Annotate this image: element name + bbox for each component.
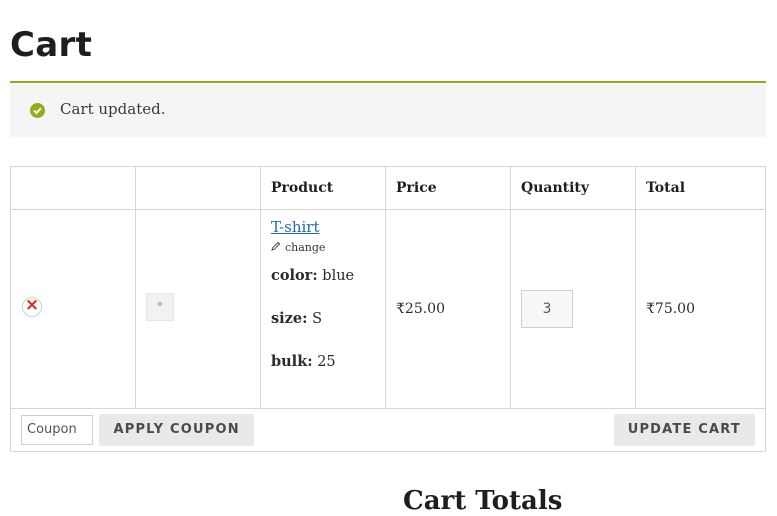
cart-totals-heading: Cart Totals (403, 485, 563, 516)
attribute-color: color: blue (271, 267, 355, 284)
cart-actions-row: Coupon APPLY COUPON UPDATE CART (10, 408, 766, 452)
total-cell: ₹75.00 (635, 209, 766, 409)
update-cart-button[interactable]: UPDATE CART (613, 414, 755, 446)
thumbnail-cell: ▪ (135, 209, 261, 409)
header-quantity: Quantity (510, 166, 636, 210)
change-link[interactable]: change (271, 241, 375, 254)
coupon-input[interactable]: Coupon (21, 415, 93, 445)
product-cell: T-shirt change color: blue size: S bulk:… (260, 209, 386, 409)
apply-coupon-button[interactable]: APPLY COUPON (99, 414, 254, 446)
header-price: Price (385, 166, 511, 210)
check-circle-icon (30, 103, 45, 118)
quantity-cell: 3 (510, 209, 636, 409)
cart-table-header: Product Price Quantity Total (10, 166, 766, 210)
header-thumbnail (135, 166, 261, 210)
attribute-size: size: S (271, 310, 323, 327)
header-remove (10, 166, 136, 210)
price-cell: ₹25.00 (385, 209, 511, 409)
product-name-link[interactable]: T-shirt (271, 218, 320, 236)
notice-message: Cart updated. (60, 100, 166, 118)
quantity-input[interactable]: 3 (521, 290, 573, 328)
product-attributes: color: blue size: S bulk: 25 (271, 266, 375, 372)
change-label: change (285, 241, 326, 254)
header-product: Product (260, 166, 386, 210)
product-thumbnail[interactable]: ▪ (146, 293, 174, 321)
cart-item-row: × ▪ T-shirt change color: blue size: S b… (10, 209, 766, 409)
header-total: Total (635, 166, 766, 210)
pencil-icon (271, 241, 281, 254)
cart-updated-notice: Cart updated. (10, 81, 766, 137)
actions-cell: Coupon APPLY COUPON UPDATE CART (10, 408, 766, 452)
cart-table: Product Price Quantity Total × ▪ T-shirt… (10, 166, 766, 452)
remove-symbol: × (24, 295, 40, 315)
remove-item-icon[interactable]: × (22, 295, 42, 317)
remove-cell: × (10, 209, 136, 409)
attribute-bulk: bulk: 25 (271, 353, 336, 370)
page-title: Cart (10, 24, 93, 65)
